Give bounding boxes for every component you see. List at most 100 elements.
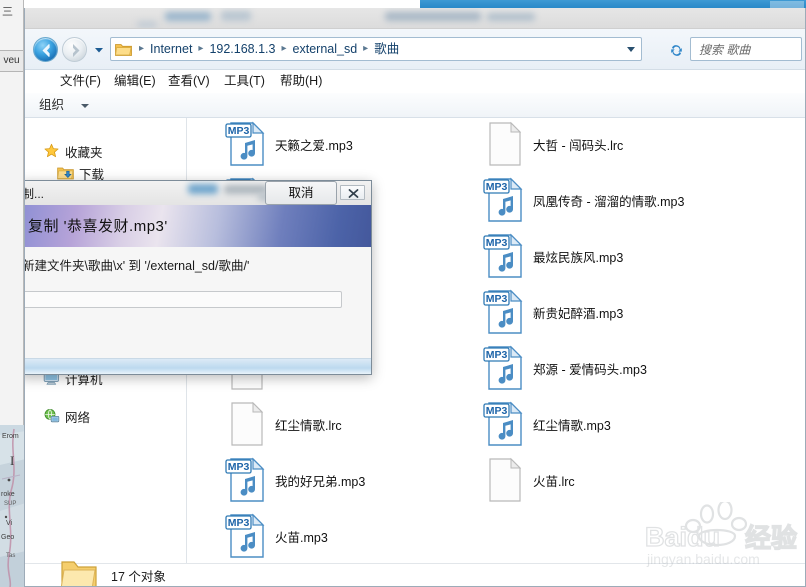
forward-button[interactable] (62, 37, 87, 62)
sidebar-item-favorites[interactable]: 收藏夹 (43, 141, 103, 161)
svg-text:I: I (10, 453, 14, 468)
title-blur-5 (137, 21, 157, 28)
background-left-app: 三 veu (0, 0, 24, 425)
list-item[interactable]: MP3 新贵妃醉酒.mp3 (483, 286, 623, 338)
title-blur-2 (221, 11, 251, 21)
list-item[interactable]: MP3 天籁之爱.mp3 (225, 118, 353, 170)
svg-text:Vi: Vi (6, 520, 13, 527)
svg-text:Geo: Geo (1, 534, 14, 541)
back-arrow-icon (42, 44, 50, 57)
file-name: 郑源 - 爱情码头.mp3 (533, 362, 647, 377)
close-button[interactable] (340, 185, 365, 200)
mp3-file-icon: MP3 (483, 289, 523, 334)
file-name: 最炫民族风.mp3 (533, 250, 624, 265)
network-icon (44, 409, 60, 423)
close-icon (348, 189, 359, 198)
file-name: 红尘情歌.lrc (275, 418, 342, 433)
breadcrumb-sep-1: ▸ (198, 43, 204, 54)
breadcrumb-item-2[interactable]: external_sd (291, 39, 360, 59)
mp3-file-icon: MP3 (483, 177, 523, 222)
menu-view[interactable]: 查看(V) (165, 72, 213, 91)
menu-edit[interactable]: 编辑(E) (111, 72, 159, 91)
mp3-file-icon: MP3 (225, 513, 265, 558)
breadcrumb[interactable]: ▸ Internet ▸ 192.168.1.3 ▸ external_sd ▸… (110, 37, 642, 61)
mp3-badge-text: MP3 (486, 181, 508, 193)
file-name: 大哲 - 闯码头.lrc (533, 138, 624, 153)
chevron-down-icon (95, 48, 103, 53)
mp3-file-icon: MP3 (483, 345, 523, 390)
list-item[interactable]: MP3 最炫民族风.mp3 (483, 230, 623, 282)
search-input[interactable]: 搜索 歌曲 (690, 37, 802, 61)
progress-bar (25, 291, 342, 308)
svg-text:Erom: Erom (2, 433, 19, 440)
file-name: 火苗.mp3 (275, 530, 328, 545)
forward-arrow-icon (73, 44, 80, 57)
list-item[interactable]: 火苗.lrc (483, 454, 575, 506)
list-item[interactable]: 大哲 - 闯码头.lrc (483, 118, 623, 170)
breadcrumb-item-1[interactable]: 192.168.1.3 (207, 39, 277, 59)
dialog-banner: 复制 '恭喜发财.mp3' (25, 205, 371, 247)
list-item[interactable]: MP3 红尘情歌.mp3 (483, 398, 611, 450)
list-item[interactable]: MP3 我的好兄弟.mp3 (225, 454, 365, 506)
title-blur-1 (165, 12, 211, 21)
svg-text:roke: roke (1, 491, 15, 498)
list-item[interactable]: MP3 凤凰传奇 - 溜溜的情歌.mp3 (483, 174, 684, 226)
title-blur-4 (487, 13, 535, 21)
refresh-icon (671, 45, 682, 56)
organize-button[interactable]: 组织 (35, 97, 68, 114)
svg-text:SUP: SUP (4, 501, 16, 507)
background-left-glyph: 三 (2, 6, 13, 18)
menu-bar: 文件(F) 编辑(E) 查看(V) 工具(T) 帮助(H) (25, 70, 805, 93)
mp3-badge-text: MP3 (228, 125, 250, 137)
recent-locations-button[interactable] (92, 43, 106, 57)
mp3-badge-text: MP3 (486, 293, 508, 305)
file-name: 火苗.lrc (533, 474, 575, 489)
dialog-footer (25, 358, 371, 374)
back-button[interactable] (33, 37, 58, 62)
status-bar: 17 个对象 (25, 561, 805, 586)
folder-icon (115, 43, 132, 56)
breadcrumb-sep-0: ▸ (139, 43, 145, 54)
breadcrumb-item-3[interactable]: 歌曲 (372, 39, 401, 59)
dialog-title: 制... (24, 187, 45, 201)
file-name: 红尘情歌.mp3 (533, 418, 611, 433)
sidebar-item-label: 收藏夹 (65, 145, 103, 160)
map-graphic: Erom roke SUP Vi Geo Tas I (0, 425, 25, 587)
explorer-window: ▸ Internet ▸ 192.168.1.3 ▸ external_sd ▸… (24, 8, 806, 587)
title-blur-3 (385, 12, 481, 21)
mp3-badge-text: MP3 (228, 517, 250, 529)
menu-help[interactable]: 帮助(H) (277, 72, 325, 91)
list-item[interactable]: MP3 郑源 - 爱情码头.mp3 (483, 342, 647, 394)
screen-root: 三 veu Erom roke SUP Vi Geo Tas I ▸ Inter… (0, 0, 806, 587)
mp3-badge-text: MP3 (486, 405, 508, 417)
folder-icon (60, 561, 97, 586)
refresh-button[interactable] (669, 43, 684, 58)
list-item[interactable]: 红尘情歌.lrc (225, 398, 342, 450)
mp3-file-icon: MP3 (225, 457, 265, 502)
star-icon (44, 143, 59, 158)
menu-file[interactable]: 文件(F) (57, 72, 104, 91)
cancel-button[interactable]: 取消 (265, 181, 337, 205)
sidebar-item-network[interactable]: 网络 (43, 406, 90, 426)
lrc-file-icon (231, 401, 264, 446)
dialog-banner-text: 复制 '恭喜发财.mp3' (28, 218, 168, 235)
dialog-title-blur-1 (188, 184, 218, 194)
breadcrumb-sep-3: ▸ (363, 43, 369, 54)
chevron-down-icon[interactable] (81, 104, 89, 108)
background-left-tab: veu (0, 50, 23, 72)
mp3-file-icon: MP3 (483, 233, 523, 278)
list-item[interactable]: MP3 火苗.mp3 (225, 510, 328, 562)
mp3-file-icon: MP3 (225, 121, 265, 166)
lrc-file-icon (489, 121, 522, 166)
file-name: 我的好兄弟.mp3 (275, 474, 366, 489)
file-name: 凤凰传奇 - 溜溜的情歌.mp3 (533, 194, 685, 209)
search-placeholder: 搜索 歌曲 (699, 43, 751, 57)
menu-tools[interactable]: 工具(T) (221, 72, 268, 91)
breadcrumb-item-0[interactable]: Internet (148, 39, 194, 59)
breadcrumb-dropdown-icon[interactable] (627, 47, 635, 52)
sidebar-item-label: 网络 (65, 410, 91, 425)
copy-progress-dialog: 制... 复制 '恭喜发财.mp3' 新建文件夹\歌曲\x' 到 '/exter… (24, 180, 372, 375)
mp3-file-icon: MP3 (483, 401, 523, 446)
mp3-badge-text: MP3 (228, 461, 250, 473)
svg-text:Tas: Tas (6, 553, 15, 559)
